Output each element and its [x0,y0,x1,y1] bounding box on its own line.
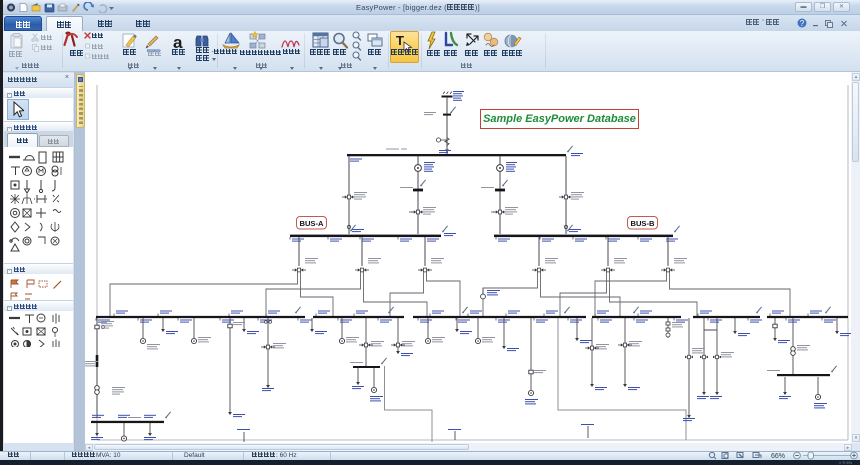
svg-text:?: ? [800,19,805,28]
svg-text:T: T [396,33,404,48]
svg-text:BUS-A: BUS-A [299,219,324,228]
svg-text:66%: 66% [771,453,785,460]
svg-text:BUS-B: BUS-B [630,219,655,228]
